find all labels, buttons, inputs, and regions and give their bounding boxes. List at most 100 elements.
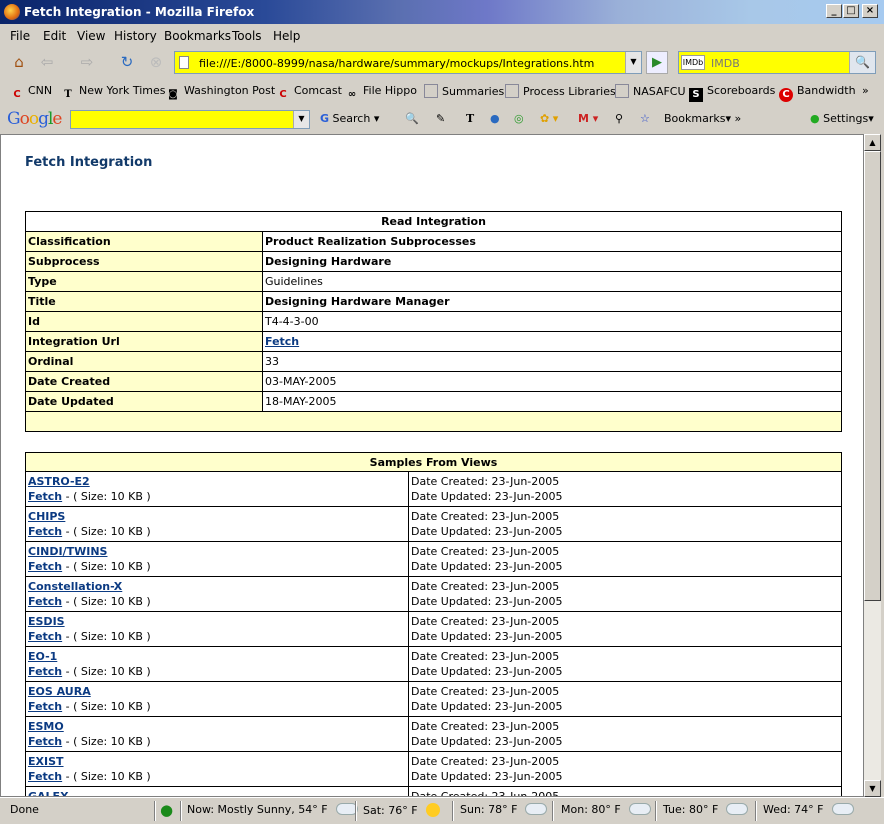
nyt-icon[interactable]: T [466,112,474,125]
bookmark-file-hippo[interactable]: ∞ File Hippo [345,84,417,102]
imdb-engine-icon[interactable]: IMDb [681,55,705,70]
weather-sun[interactable]: Sun: 78° F [460,803,548,816]
vertical-scrollbar[interactable]: ▲ ▼ [864,134,881,797]
search-box[interactable]: IMDb IMDB 🔍 [678,51,876,74]
sample-date-created: Date Created: 23-Jun-2005 [411,510,560,523]
scroll-up-icon[interactable]: ▲ [864,134,881,151]
bookmark-label: NASAFCU [633,85,686,98]
bookmark-washington-post[interactable]: ◙ Washington Post [166,84,275,102]
zoom-icon[interactable]: 🔍 [405,112,419,125]
sample-name-link[interactable]: EOS AURA [28,685,91,698]
minimize-button[interactable]: _ [826,4,842,18]
sample-fetch-link[interactable]: Fetch [28,525,62,538]
menu-edit[interactable]: Edit [43,29,66,43]
sample-fetch-link[interactable]: Fetch [28,700,62,713]
reload-icon[interactable]: ↻ [116,52,138,72]
sample-fetch-link[interactable]: Fetch [28,665,62,678]
sample-name-link[interactable]: ASTRO-E2 [28,475,90,488]
page-title: Fetch Integration [25,155,153,170]
sample-fetch-link[interactable]: Fetch [28,630,62,643]
google-search-input[interactable]: ▼ [70,110,310,129]
google-settings-button[interactable]: ● Settings▾ [810,112,874,125]
bookmark-comcast[interactable]: C Comcast [276,84,342,102]
highlight-icon[interactable]: ✎ [436,112,445,125]
back-icon[interactable]: ⇦ [36,52,58,72]
sample-fetch-link[interactable]: Fetch [28,595,62,608]
swirl-icon[interactable]: ◎ [514,112,524,125]
google-search-button[interactable]: G Search ▾ [320,112,379,125]
sample-row: CHIPS Fetch - ( Size: 10 KB ) Date Created… [25,506,842,542]
person-search-icon[interactable]: ⚲ [615,112,623,125]
stop-icon[interactable]: ⊗ [145,52,167,72]
go-button[interactable]: ▶ [646,51,668,74]
search-icon[interactable]: 🔍 [849,52,875,73]
page-icon [615,84,629,98]
google-search-dropdown-icon[interactable]: ▼ [293,111,309,128]
forward-icon[interactable]: ⇨ [76,52,98,72]
menu-view[interactable]: View [77,29,105,43]
sample-name-link[interactable]: Constellation-X [28,580,122,593]
weather-mon[interactable]: Mon: 80° F [561,803,651,816]
scroll-thumb[interactable] [864,151,881,601]
weather-label: Tue: 80° F [663,803,719,816]
sample-dates-cell: Date Created: 23-Jun-2005 Date Updated: 2… [408,576,842,612]
sample-name-link[interactable]: EXIST [28,755,64,768]
search-placeholder[interactable]: IMDB [711,57,740,70]
maximize-button[interactable]: □ [843,4,859,18]
security-status-icon[interactable]: ● [160,801,173,819]
sample-name-cell: EO-1 Fetch - ( Size: 10 KB ) [25,646,409,682]
sample-name-link[interactable]: GALEX [28,790,69,796]
bookmark-scoreboards[interactable]: S Scoreboards [689,84,775,102]
gmail-icon[interactable]: M ▾ [578,112,598,125]
sample-fetch-link[interactable]: Fetch [28,735,62,748]
menu-history[interactable]: History [114,29,157,43]
row-value: Designing Hardware [262,251,842,272]
url-text[interactable]: file:///E:/8000-8999/nasa/hardware/summa… [199,57,594,70]
bookmark-bandwidth[interactable]: C Bandwidth [779,84,856,102]
sample-size-text: - ( Size: 10 KB ) [62,630,151,643]
status-text: Done [10,803,39,816]
integration-url-link[interactable]: Fetch [265,335,299,348]
sample-name-link[interactable]: CHIPS [28,510,65,523]
url-dropdown-icon[interactable]: ▼ [625,52,641,73]
cnn-icon: C [13,89,21,100]
bookmark-cnn[interactable]: C CNN [10,84,52,102]
sample-fetch-link[interactable]: Fetch [28,560,62,573]
home-icon[interactable]: ⌂ [8,52,30,72]
status-bar: Done ● Now: Mostly Sunny, 54° F Sat: 76°… [0,797,884,824]
sample-name-link[interactable]: CINDI/TWINS [28,545,107,558]
sample-date-created: Date Created: 23-Jun-2005 [411,615,560,628]
bookmark-new-york-times[interactable]: T New York Times [61,84,165,102]
bookmark-summaries[interactable]: Summaries [424,84,504,98]
sample-name-link[interactable]: EO-1 [28,650,57,663]
menu-help[interactable]: Help [273,29,300,43]
sample-name-cell: CHIPS Fetch - ( Size: 10 KB ) [25,506,409,542]
more-bookmarks-chevron-icon[interactable]: » [862,84,869,97]
menu-tools[interactable]: Tools [232,29,262,43]
firefox-icon [4,4,20,20]
weather-wed[interactable]: Wed: 74° F [763,803,854,816]
bookmark-process-libraries[interactable]: Process Libraries [505,84,616,98]
menu-file[interactable]: File [10,29,30,43]
star-icon[interactable]: ☆ [640,112,650,125]
weather-tue[interactable]: Tue: 80° F [663,803,749,816]
google-bookmarks-button[interactable]: Bookmarks▾ » [664,112,741,125]
weather-now[interactable]: Now: Mostly Sunny, 54° F [187,803,358,816]
close-button[interactable]: × [862,4,878,18]
globe-icon[interactable]: ● [490,112,500,125]
row-key: Subprocess [25,251,263,272]
menu-bookmarks[interactable]: Bookmarks [164,29,231,43]
weather-sat[interactable]: Sat: 76° F [363,803,440,817]
sample-name-cell: Constellation-X Fetch - ( Size: 10 KB ) [25,576,409,612]
sample-row: EXIST Fetch - ( Size: 10 KB ) Date Created… [25,751,842,787]
sample-fetch-link[interactable]: Fetch [28,770,62,783]
sample-fetch-link[interactable]: Fetch [28,490,62,503]
address-bar[interactable]: file:///E:/8000-8999/nasa/hardware/summa… [174,51,642,74]
row-value: Guidelines [262,271,842,292]
sample-name-link[interactable]: ESMO [28,720,64,733]
bookmark-nasafcu[interactable]: NASAFCU [615,84,686,98]
scroll-down-icon[interactable]: ▼ [864,780,881,797]
sample-name-link[interactable]: ESDIS [28,615,65,628]
puzzle-icon[interactable]: ✿ ▾ [540,112,558,125]
google-logo[interactable]: Google [7,109,62,129]
